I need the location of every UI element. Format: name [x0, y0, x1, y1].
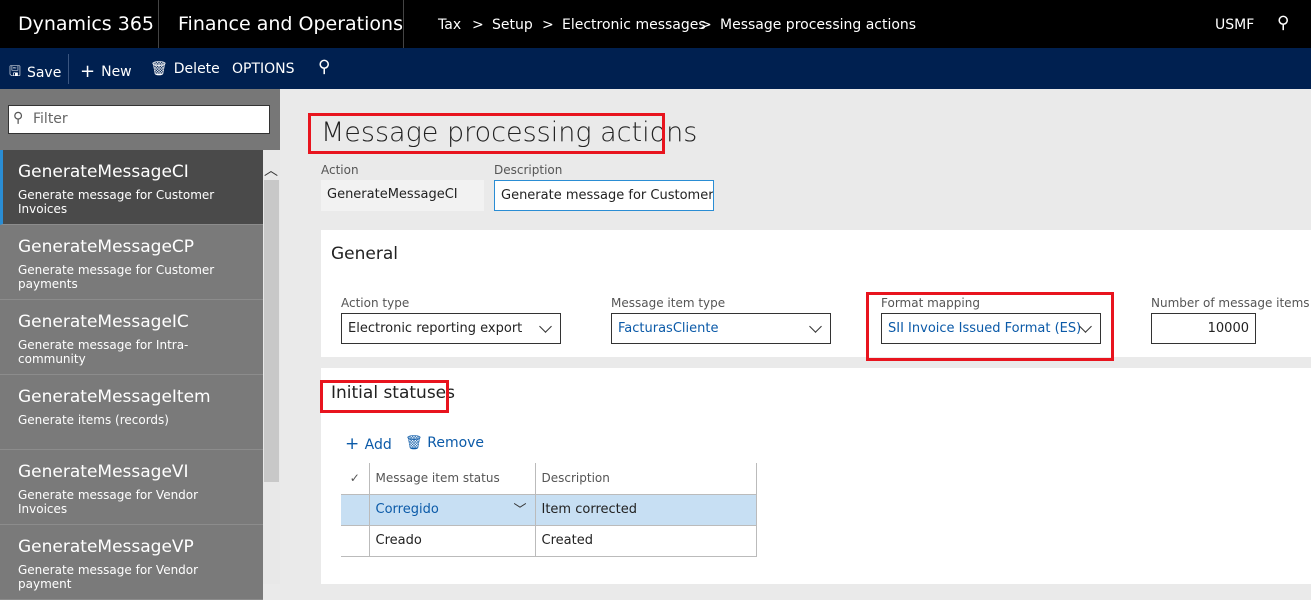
- divider: [68, 54, 69, 84]
- general-header[interactable]: General: [331, 244, 398, 264]
- action-label: Action: [321, 163, 359, 177]
- remove-button[interactable]: 🗑 Remove: [405, 435, 484, 451]
- list-item-subtitle: Generate message for Customer Invoices: [18, 188, 215, 216]
- action-field: GenerateMessageCI: [321, 180, 484, 211]
- list-item[interactable]: GenerateMessageCP Generate message for Cu…: [0, 225, 263, 300]
- highlight-box: [866, 292, 1114, 361]
- scrollbar-thumb[interactable]: [264, 180, 279, 482]
- list-item-subtitle: Generate message for Customer payments: [18, 263, 215, 291]
- description-cell[interactable]: Item corrected: [534, 494, 757, 526]
- highlight-box: [320, 380, 449, 413]
- chevron-right-icon: >: [542, 17, 554, 33]
- scroll-up-icon[interactable]: ︿: [264, 160, 278, 180]
- action-type-label: Action type: [341, 296, 410, 310]
- table-row[interactable]: Corregido ﹀ Item corrected: [341, 494, 757, 526]
- new-button[interactable]: + New: [80, 61, 132, 82]
- column-header[interactable]: Message item status: [368, 463, 535, 495]
- highlight-box: [308, 113, 665, 154]
- search-icon: ⚲: [13, 110, 24, 126]
- item-type-select[interactable]: FacturasCliente: [611, 313, 831, 344]
- list-item-subtitle: Generate items (records): [18, 413, 169, 427]
- add-button[interactable]: + Add: [345, 434, 392, 454]
- table-row[interactable]: Creado Created: [341, 525, 757, 557]
- breadcrumb-electronic-messages[interactable]: Electronic messages: [562, 17, 706, 33]
- options-button[interactable]: OPTIONS: [232, 61, 295, 77]
- trash-icon: 🗑: [150, 61, 168, 77]
- breadcrumb-setup[interactable]: Setup: [492, 17, 533, 33]
- item-type-label: Message item type: [611, 296, 726, 310]
- list-item-title: GenerateMessageItem: [18, 387, 211, 407]
- number-items-input[interactable]: 10000: [1151, 313, 1256, 344]
- description-input[interactable]: Generate message for Customer Invoices: [494, 180, 714, 211]
- row-selector[interactable]: [341, 525, 369, 557]
- column-header[interactable]: Description: [534, 463, 757, 495]
- list-item[interactable]: GenerateMessageVI Generate message for Ve…: [0, 450, 263, 525]
- app-name[interactable]: Dynamics 365: [0, 0, 159, 48]
- breadcrumb-current: Message processing actions: [720, 17, 917, 33]
- list-item[interactable]: GenerateMessageVP Generate message for Ve…: [0, 525, 263, 600]
- list-item[interactable]: GenerateMessageIC Generate message for In…: [0, 300, 263, 375]
- trash-icon: 🗑: [405, 435, 428, 451]
- filter-input[interactable]: Filter: [8, 105, 270, 134]
- list-item-title: GenerateMessageCI: [18, 162, 189, 182]
- company-picker[interactable]: USMF: [1215, 17, 1254, 33]
- chevron-down-icon[interactable]: ﹀: [513, 499, 526, 518]
- list-item-subtitle: Generate message for Vendor payment: [18, 563, 199, 591]
- description-label: Description: [494, 163, 563, 177]
- search-icon[interactable]: ⚲: [318, 57, 330, 77]
- list-item-title: GenerateMessageVP: [18, 537, 194, 557]
- save-icon: 🖫: [9, 64, 21, 80]
- chevron-right-icon: >: [472, 17, 484, 33]
- plus-icon: +: [80, 61, 96, 82]
- statuses-grid: ✓ Message item status Description Corregid…: [341, 463, 757, 557]
- status-cell[interactable]: Creado: [368, 525, 535, 557]
- plus-icon: +: [345, 434, 365, 454]
- list-item-subtitle: Generate message for Vendor Invoices: [18, 488, 199, 516]
- breadcrumb-tax[interactable]: Tax: [438, 17, 461, 33]
- top-bar: Dynamics 365 Finance and Operations Tax …: [0, 0, 1311, 48]
- number-items-label: Number of message items per: [1151, 296, 1311, 310]
- delete-button[interactable]: 🗑 Delete: [150, 61, 220, 77]
- select-all-checkbox[interactable]: ✓: [341, 463, 369, 495]
- list-item[interactable]: GenerateMessageItem Generate items (recor…: [0, 375, 263, 450]
- list-item-title: GenerateMessageVI: [18, 462, 189, 482]
- list-item[interactable]: GenerateMessageCI Generate message for Cu…: [0, 150, 263, 225]
- list-item-title: GenerateMessageCP: [18, 237, 195, 257]
- action-type-select[interactable]: Electronic reporting export: [341, 313, 561, 344]
- chevron-right-icon: >: [700, 17, 712, 33]
- description-cell[interactable]: Created: [534, 525, 757, 557]
- search-icon[interactable]: ⚲: [1277, 13, 1289, 33]
- action-toolbar: 🖫 Save + New 🗑 Delete OPTIONS ⚲: [0, 48, 1311, 89]
- module-name[interactable]: Finance and Operations: [159, 0, 404, 48]
- list-item-title: GenerateMessageIC: [18, 312, 189, 332]
- save-button[interactable]: 🖫 Save: [9, 61, 61, 85]
- row-selector[interactable]: [341, 494, 369, 526]
- status-select[interactable]: Corregido ﹀: [368, 494, 535, 526]
- list-item-subtitle: Generate message for Intra-community: [18, 338, 189, 366]
